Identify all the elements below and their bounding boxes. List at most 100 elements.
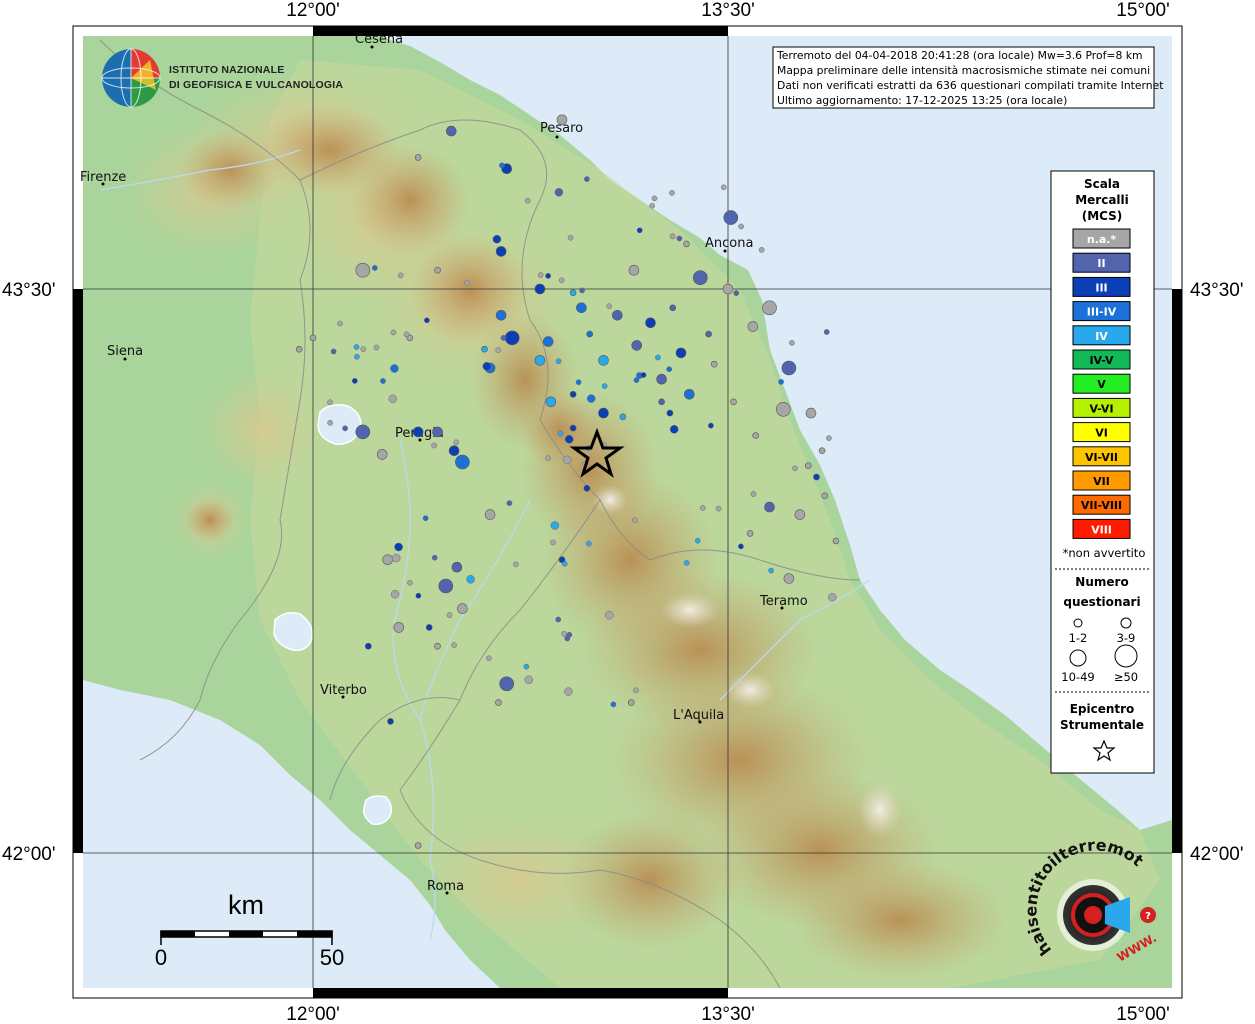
observation-point xyxy=(569,424,577,432)
observation-point xyxy=(495,246,507,257)
observation-point xyxy=(783,573,795,584)
size-label-4: ≥50 xyxy=(1114,670,1138,684)
legend-class-label: IV-V xyxy=(1089,354,1114,367)
observation-point xyxy=(482,362,492,371)
legend-class-iv: IV xyxy=(1072,325,1131,346)
observation-point xyxy=(446,612,453,618)
observation-point xyxy=(407,579,413,586)
observation-point xyxy=(569,289,577,297)
coord-bottom-3: 15°00' xyxy=(1116,1004,1170,1024)
observation-point xyxy=(412,426,424,438)
legend-class-v: V xyxy=(1072,373,1131,394)
legend-class-iiiiv: III-IV xyxy=(1072,301,1131,322)
scale-start: 0 xyxy=(155,945,167,970)
observation-point xyxy=(586,394,596,403)
observation-point xyxy=(353,344,360,350)
legend-epicenter-1: Epicentro xyxy=(1070,702,1135,716)
legend-count-title-2: questionari xyxy=(1063,595,1140,609)
info-line4: Ultimo aggiornamento: 17-12-2025 13:25 (… xyxy=(777,94,1067,107)
observation-point xyxy=(561,630,567,637)
observation-point xyxy=(579,287,585,294)
observation-point xyxy=(371,265,378,271)
observation-point xyxy=(524,675,534,685)
legend-class-label: V-VI xyxy=(1089,402,1113,415)
observation-point xyxy=(425,624,433,631)
observation-point xyxy=(694,537,701,544)
observation-point xyxy=(499,676,515,692)
legend-count-title-1: Numero xyxy=(1075,575,1128,589)
legend-class-na: n.a.* xyxy=(1072,228,1131,249)
observation-point xyxy=(813,473,820,481)
observation-point xyxy=(640,372,647,378)
observation-point xyxy=(542,336,554,347)
observation-point xyxy=(330,348,337,355)
observation-point xyxy=(781,360,797,376)
observation-point xyxy=(747,321,759,332)
observation-point xyxy=(821,492,829,500)
observation-point xyxy=(669,304,677,312)
observation-point xyxy=(708,422,714,429)
observation-point xyxy=(683,240,690,248)
observation-point xyxy=(699,505,706,511)
observation-point xyxy=(388,394,398,404)
city-ancona: Ancona xyxy=(705,236,753,251)
observation-point xyxy=(633,377,640,383)
observation-point xyxy=(453,439,460,446)
observation-point xyxy=(610,701,617,708)
size-label-3: 10-49 xyxy=(1061,670,1094,684)
observation-point xyxy=(481,345,488,353)
observation-point xyxy=(605,610,614,620)
observation-point xyxy=(746,530,754,537)
legend-class-viii: VIII xyxy=(1072,518,1131,539)
observation-point xyxy=(431,442,437,449)
observation-point xyxy=(666,409,674,417)
svg-text:?: ? xyxy=(1145,911,1151,922)
observation-point xyxy=(504,330,520,346)
observation-point xyxy=(792,465,798,472)
observation-point xyxy=(676,235,683,242)
legend-class-vii: VII xyxy=(1072,470,1131,491)
observation-point xyxy=(554,188,564,197)
observation-point xyxy=(598,355,609,366)
city-siena: Siena xyxy=(107,344,143,359)
legend-class-label: III-IV xyxy=(1087,306,1117,319)
observation-point xyxy=(586,330,594,338)
observation-point xyxy=(775,401,791,417)
scale-end: 50 xyxy=(320,945,344,970)
observation-point xyxy=(722,283,734,295)
observation-point xyxy=(632,517,638,523)
observation-point xyxy=(633,687,639,694)
observation-point xyxy=(327,419,333,426)
legend-class-vivii: VI-VII xyxy=(1072,446,1131,467)
observation-point xyxy=(524,197,531,204)
observation-point xyxy=(414,154,422,161)
observation-point xyxy=(448,445,460,457)
observation-point xyxy=(432,426,443,438)
observation-point xyxy=(666,366,673,373)
observation-point xyxy=(705,330,712,338)
observation-point xyxy=(556,114,568,126)
observation-point xyxy=(534,355,546,366)
observation-point xyxy=(550,521,560,530)
observation-point xyxy=(373,344,380,351)
observation-point xyxy=(738,223,744,230)
observation-point xyxy=(631,340,643,351)
observation-point xyxy=(826,435,832,441)
observation-point xyxy=(397,272,404,279)
observation-point xyxy=(506,500,513,506)
observation-point xyxy=(576,302,587,314)
legend-title-2: Mercalli xyxy=(1075,193,1129,207)
legend: Scala Mercalli (MCS) n.a.*IIIIIIII-IVIVI… xyxy=(1050,170,1155,774)
observation-point xyxy=(390,329,397,336)
observation-point xyxy=(564,435,574,444)
observation-point xyxy=(758,247,765,253)
city-laquila: L'Aquila xyxy=(673,708,724,723)
observation-point xyxy=(364,642,372,650)
coord-bottom-1: 12°00' xyxy=(286,1004,340,1024)
observation-point xyxy=(382,554,394,566)
observation-point xyxy=(451,561,463,573)
observation-point xyxy=(415,592,422,599)
observation-point xyxy=(534,283,546,295)
observation-point xyxy=(627,699,635,706)
info-line3: Dati non verificati estratti da 636 ques… xyxy=(777,79,1164,92)
